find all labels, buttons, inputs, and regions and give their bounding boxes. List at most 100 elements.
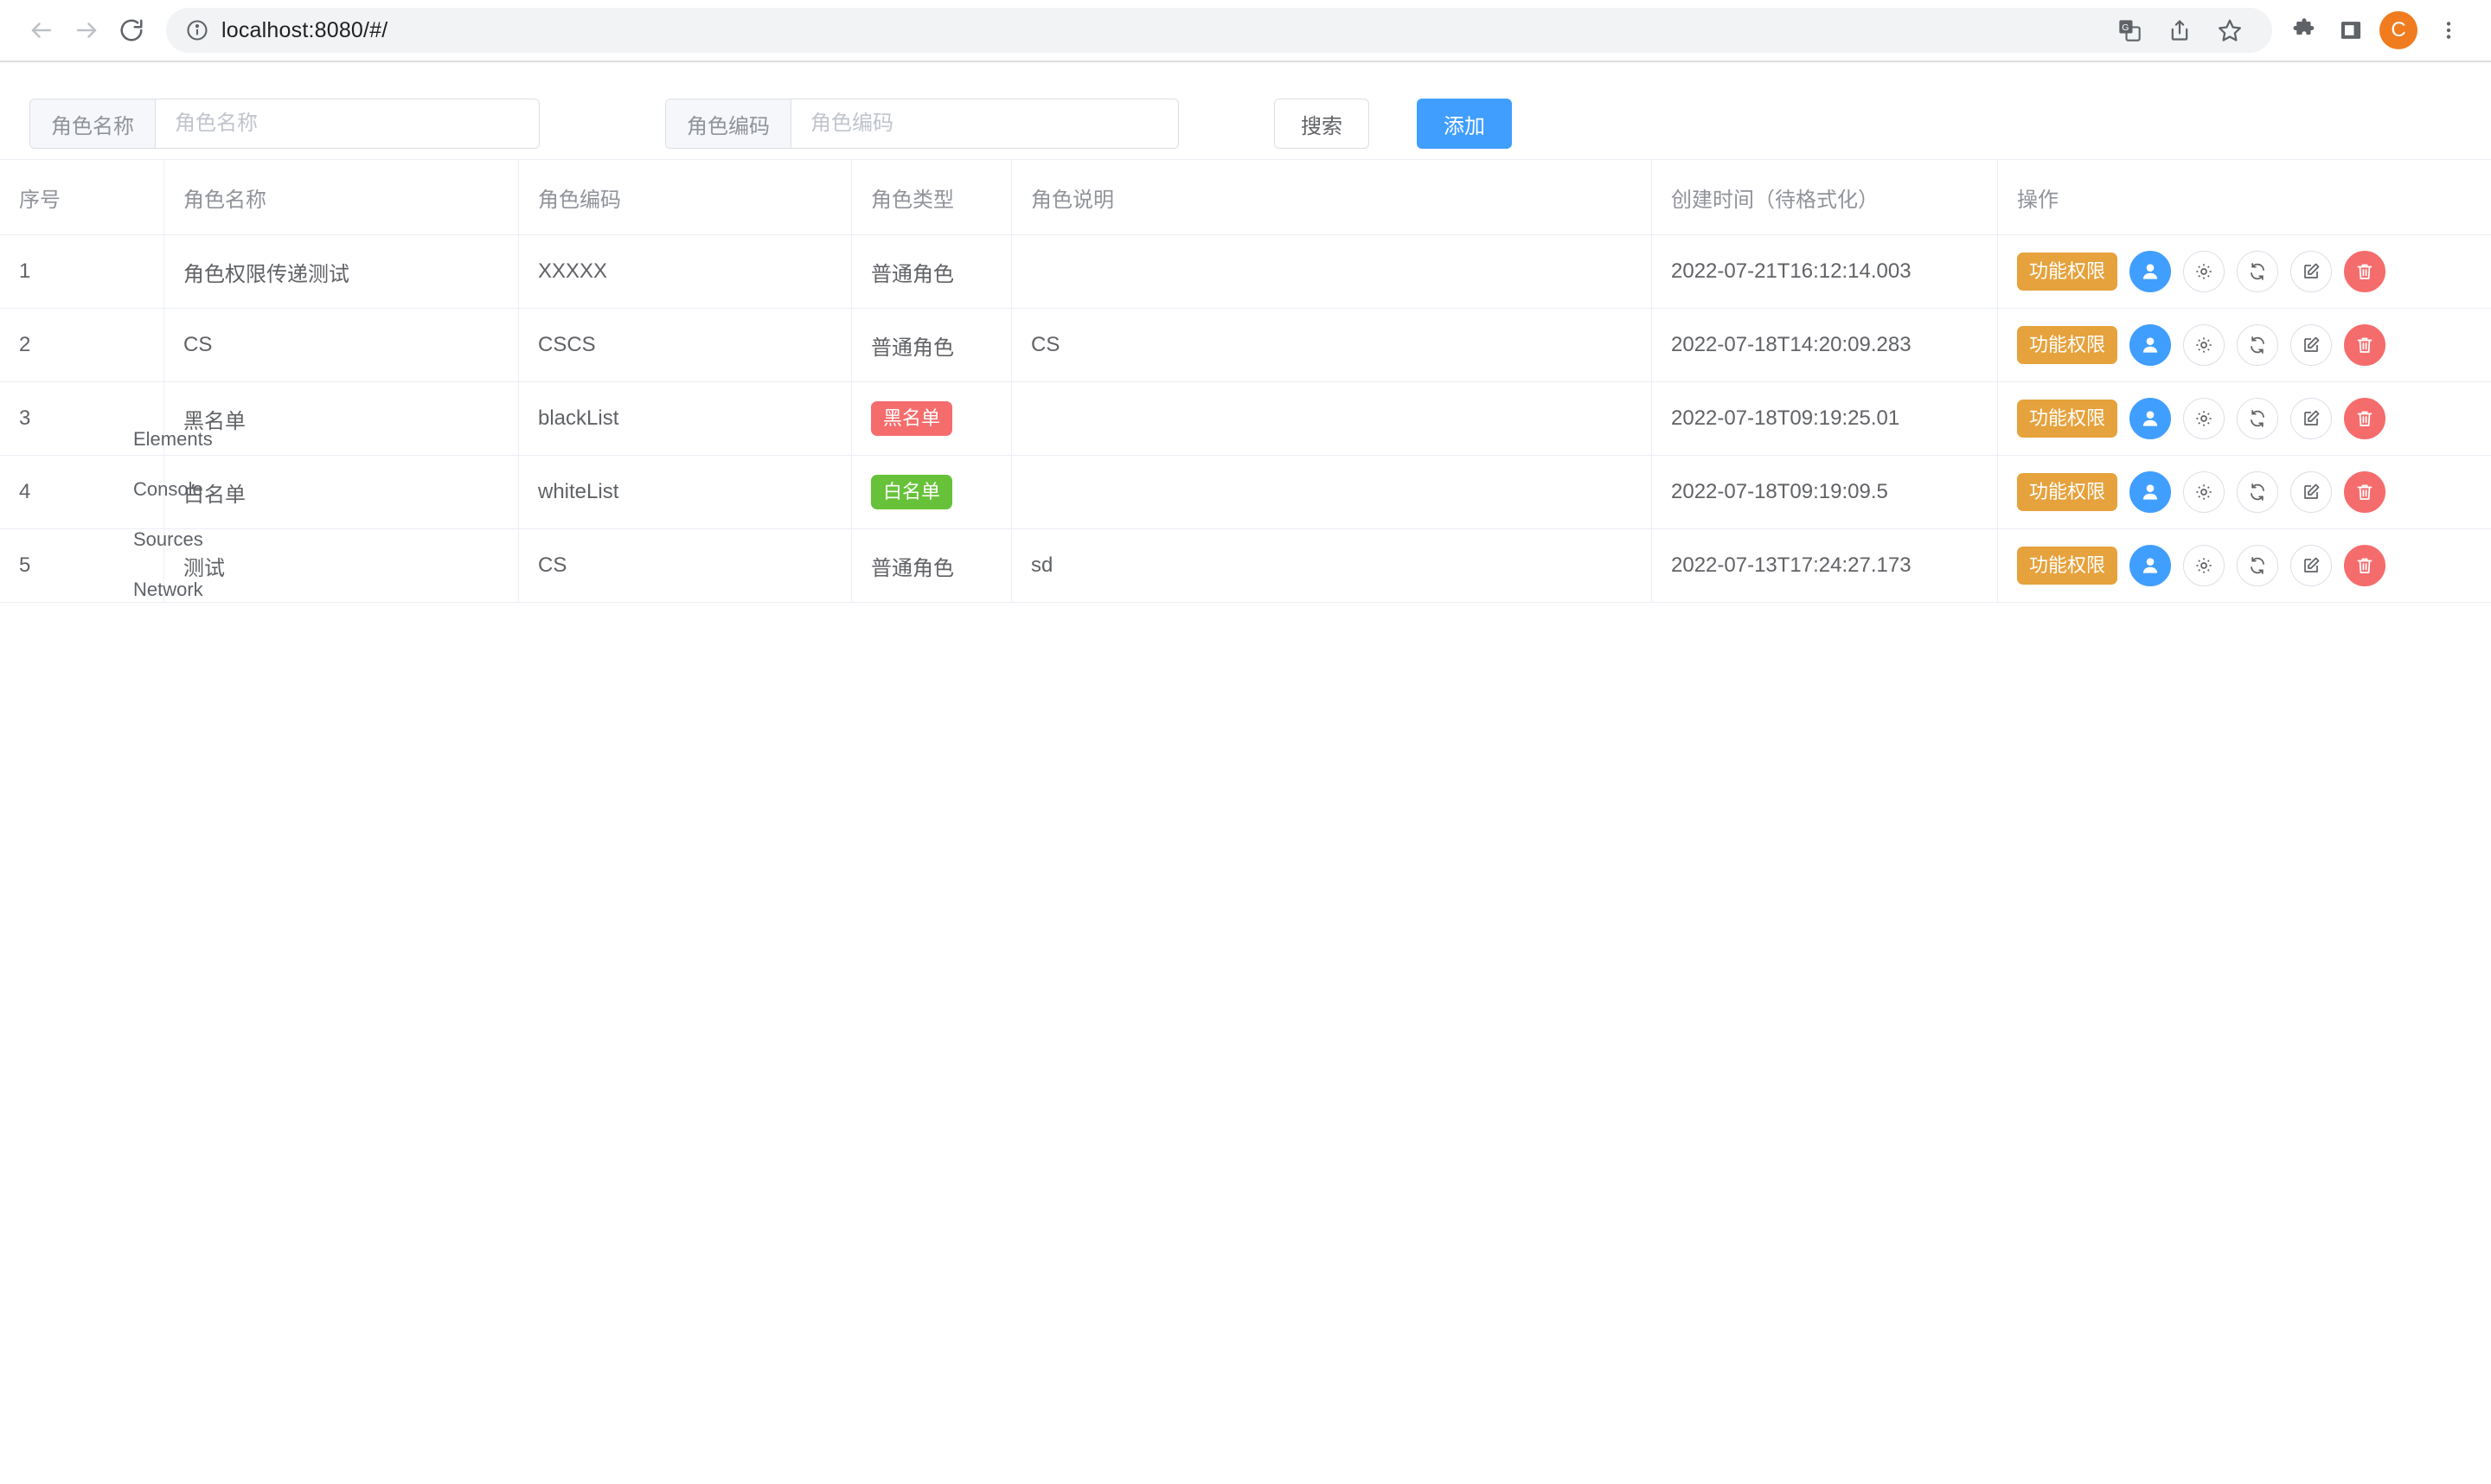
cell-role-type: 普通角色 bbox=[852, 235, 1012, 308]
address-bar[interactable]: localhost:8080/#/ G bbox=[166, 8, 2272, 53]
devtools-tab-label: Sources bbox=[133, 528, 203, 550]
settings-icon[interactable] bbox=[2183, 251, 2225, 292]
devtools-tab-network[interactable]: Network bbox=[117, 565, 350, 615]
cell-create-time: 2022-07-18T14:20:09.283 bbox=[1652, 309, 1998, 381]
cell-role-desc: sd bbox=[1012, 529, 1652, 602]
back-button[interactable] bbox=[19, 8, 64, 53]
cell-create-time: 2022-07-21T16:12:14.003 bbox=[1652, 235, 1998, 308]
cell-operations: 功能权限 bbox=[1998, 529, 2491, 602]
devtools-tab-label: Elements bbox=[133, 427, 213, 450]
web-page-content: 角色名称 角色编码 搜索 添加 序号 角色名称 角色编码 角色类型 角色说明 创… bbox=[0, 62, 2491, 626]
translate-icon[interactable]: G bbox=[2106, 7, 2153, 54]
role-type-tag: 黑名单 bbox=[871, 401, 953, 436]
delete-icon[interactable] bbox=[2344, 324, 2386, 366]
refresh-icon[interactable] bbox=[2237, 398, 2279, 439]
refresh-icon[interactable] bbox=[2237, 324, 2279, 366]
site-info-icon[interactable] bbox=[185, 18, 209, 42]
settings-icon[interactable] bbox=[2183, 545, 2225, 586]
table-row[interactable]: 3 黑名单 blackList 黑名单 2022-07-18T09:19:25.… bbox=[0, 382, 2491, 456]
delete-icon[interactable] bbox=[2344, 471, 2386, 513]
cell-role-code: whiteList bbox=[519, 456, 852, 528]
settings-icon[interactable] bbox=[2183, 471, 2225, 513]
col-header-role-type: 角色类型 bbox=[852, 160, 1012, 234]
assign-user-icon[interactable] bbox=[2129, 398, 2172, 439]
role-type-text: 普通角色 bbox=[871, 262, 954, 286]
side-panel-icon[interactable] bbox=[2328, 7, 2374, 54]
delete-icon[interactable] bbox=[2344, 251, 2386, 292]
refresh-icon[interactable] bbox=[2237, 545, 2279, 586]
refresh-icon[interactable] bbox=[2237, 471, 2279, 513]
edit-icon[interactable] bbox=[2290, 545, 2333, 586]
profile-avatar[interactable]: C bbox=[2379, 11, 2417, 49]
forward-button[interactable] bbox=[64, 8, 109, 53]
devtools-tab-list: Elements Console Sources Network Performance… bbox=[117, 414, 350, 627]
delete-icon[interactable] bbox=[2344, 545, 2386, 586]
cell-role-desc bbox=[1012, 382, 1652, 455]
devtools-tab-elements[interactable]: Elements bbox=[117, 414, 350, 464]
cell-role-code: CS bbox=[519, 529, 852, 602]
role-type-text: 普通角色 bbox=[871, 336, 954, 360]
function-permission-button[interactable]: 功能权限 bbox=[2017, 400, 2118, 438]
function-permission-button[interactable]: 功能权限 bbox=[2017, 473, 2118, 511]
settings-icon[interactable] bbox=[2183, 324, 2225, 366]
role-name-input-group[interactable]: 角色名称 bbox=[29, 99, 540, 149]
role-type-text: 普通角色 bbox=[871, 556, 954, 580]
role-code-input[interactable] bbox=[791, 99, 1178, 148]
cell-role-desc: CS bbox=[1012, 309, 1652, 381]
function-permission-button[interactable]: 功能权限 bbox=[2017, 326, 2118, 364]
chrome-menu-icon[interactable] bbox=[2425, 7, 2472, 54]
edit-icon[interactable] bbox=[2290, 471, 2333, 513]
devtools-tab-label: Console bbox=[133, 477, 203, 500]
cell-role-code: XXXXX bbox=[519, 235, 852, 308]
omnibox-actions: G bbox=[2106, 7, 2253, 54]
edit-icon[interactable] bbox=[2290, 324, 2333, 366]
refresh-icon[interactable] bbox=[2237, 251, 2279, 292]
cell-operations: 功能权限 bbox=[1998, 235, 2491, 308]
cell-role-code: blackList bbox=[519, 382, 852, 455]
cell-index: 1 bbox=[0, 235, 164, 308]
assign-user-icon[interactable] bbox=[2129, 545, 2172, 586]
role-name-input[interactable] bbox=[156, 99, 539, 148]
cell-create-time: 2022-07-18T09:19:25.01 bbox=[1652, 382, 1998, 455]
browser-toolbar: localhost:8080/#/ G C bbox=[0, 0, 2491, 62]
cell-role-type: 白名单 bbox=[852, 456, 1012, 528]
table-body: 1 角色权限传递测试 XXXXX 普通角色 2022-07-21T16:12:1… bbox=[0, 235, 2491, 603]
cell-create-time: 2022-07-13T17:24:27.173 bbox=[1652, 529, 1998, 602]
share-icon[interactable] bbox=[2156, 7, 2203, 54]
add-button[interactable]: 添加 bbox=[1417, 99, 1512, 149]
assign-user-icon[interactable] bbox=[2129, 471, 2172, 513]
role-code-input-group[interactable]: 角色编码 bbox=[665, 99, 1179, 149]
cell-create-time: 2022-07-18T09:19:09.5 bbox=[1652, 456, 1998, 528]
function-permission-button[interactable]: 功能权限 bbox=[2017, 253, 2118, 291]
col-header-role-name: 角色名称 bbox=[164, 160, 519, 234]
devtools-tab-console[interactable]: Console bbox=[117, 464, 350, 515]
col-header-index: 序号 bbox=[0, 160, 164, 234]
cell-operations: 功能权限 bbox=[1998, 309, 2491, 381]
settings-icon[interactable] bbox=[2183, 398, 2225, 439]
table-row[interactable]: 5 测试 CS 普通角色 sd 2022-07-13T17:24:27.173 … bbox=[0, 529, 2491, 603]
devtools-tab-sources[interactable]: Sources bbox=[117, 515, 350, 565]
extensions-puzzle-icon[interactable] bbox=[2281, 7, 2328, 54]
edit-icon[interactable] bbox=[2290, 251, 2333, 292]
devtools-tab-performance[interactable]: Performance bbox=[117, 615, 350, 627]
table-row[interactable]: 1 角色权限传递测试 XXXXX 普通角色 2022-07-21T16:12:1… bbox=[0, 235, 2491, 309]
url-text: localhost:8080/#/ bbox=[221, 17, 388, 42]
bookmark-star-icon[interactable] bbox=[2206, 7, 2253, 54]
table-header-row: 序号 角色名称 角色编码 角色类型 角色说明 创建时间（待格式化） 操作 bbox=[0, 159, 2491, 235]
edit-icon[interactable] bbox=[2290, 398, 2333, 439]
search-button[interactable]: 搜索 bbox=[1274, 99, 1369, 149]
devtools-tab-label: Network bbox=[133, 578, 203, 600]
cell-role-type: 普通角色 bbox=[852, 309, 1012, 381]
assign-user-icon[interactable] bbox=[2129, 251, 2172, 292]
table-row[interactable]: 2 CS CSCS 普通角色 CS 2022-07-18T14:20:09.28… bbox=[0, 309, 2491, 382]
assign-user-icon[interactable] bbox=[2129, 324, 2172, 366]
role-code-label: 角色编码 bbox=[666, 99, 791, 148]
role-type-tag: 白名单 bbox=[871, 475, 953, 509]
reload-button[interactable] bbox=[109, 8, 154, 53]
col-header-operations: 操作 bbox=[2017, 188, 2059, 212]
function-permission-button[interactable]: 功能权限 bbox=[2017, 547, 2118, 585]
table-row[interactable]: 4 白名单 whiteList 白名单 2022-07-18T09:19:09.… bbox=[0, 456, 2491, 529]
col-header-role-code: 角色编码 bbox=[519, 160, 852, 234]
col-header-create-time: 创建时间（待格式化） bbox=[1652, 160, 1998, 234]
delete-icon[interactable] bbox=[2344, 398, 2386, 439]
